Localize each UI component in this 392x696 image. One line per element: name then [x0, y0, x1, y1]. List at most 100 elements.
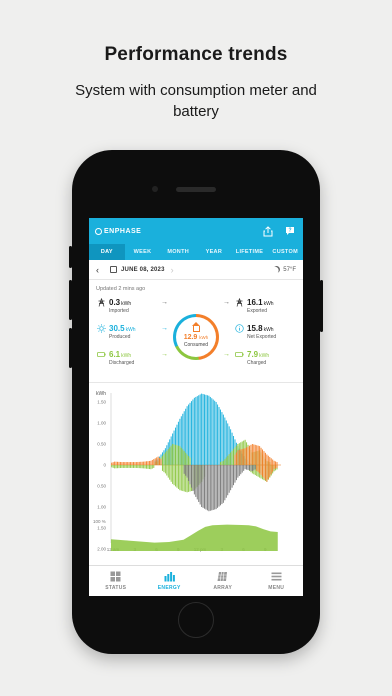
nav-status[interactable]: STATUS [89, 566, 143, 596]
info-circle-icon[interactable] [235, 324, 244, 333]
y-tick-label: 0.50 [97, 484, 106, 489]
energy-bar [111, 462, 113, 465]
energy-bar [188, 456, 190, 465]
help-button[interactable]: ? [283, 224, 297, 238]
chevron-left-icon[interactable]: ‹ [96, 265, 104, 275]
sun-icon [97, 324, 106, 333]
energy-bar [243, 448, 245, 465]
energy-bar [179, 465, 181, 491]
nav-energy[interactable]: ENERGY [143, 566, 197, 596]
energy-bar [189, 465, 191, 485]
nav-array[interactable]: ARRAY [196, 566, 250, 596]
energy-bar [211, 398, 213, 465]
tab-lifetime[interactable]: LIFETIME [232, 244, 268, 260]
energy-bar [180, 447, 182, 465]
energy-bar [141, 465, 143, 469]
tab-year[interactable]: YEAR [196, 244, 232, 260]
energy-bar [241, 465, 243, 473]
nav-menu[interactable]: MENU [250, 566, 304, 596]
energy-bar [172, 465, 174, 484]
moon-icon [272, 265, 282, 275]
energy-bar [186, 454, 188, 465]
energy-bar [253, 444, 255, 465]
energy-bar [193, 465, 195, 495]
energy-bar [215, 465, 217, 510]
energy-bar [127, 462, 129, 465]
energy-bar [196, 465, 198, 500]
energy-bar [124, 462, 126, 465]
energy-bar [217, 404, 219, 465]
energy-bar [140, 461, 142, 465]
battery-chart-svg[interactable]: 100 % [89, 517, 303, 555]
imported-label: Imported [109, 307, 129, 314]
energy-flow: 0.3kWh Imported → 30.5kWh Produced → 6.1… [89, 292, 303, 382]
menu-icon [271, 572, 282, 581]
energy-bar [167, 465, 169, 478]
energy-bar [172, 444, 174, 465]
energy-bar [188, 465, 190, 481]
energy-bar [260, 447, 262, 465]
discharged-value: 6.1 [109, 350, 121, 359]
energy-bar [224, 465, 226, 501]
share-button[interactable] [261, 224, 275, 238]
energy-bar [135, 462, 137, 465]
discharge-arrow-icon: → [161, 351, 168, 358]
volume-down-button [69, 328, 72, 368]
energy-bar [269, 457, 271, 465]
charge-arrow-icon: → [223, 351, 230, 358]
energy-bar [132, 465, 134, 468]
energy-bar [183, 465, 185, 474]
battery-icon [97, 350, 106, 359]
tab-day[interactable]: DAY [89, 244, 125, 260]
house-icon [191, 322, 200, 332]
energy-bar [115, 465, 117, 469]
energy-bar [248, 445, 250, 465]
nav-menu-label: MENU [268, 585, 285, 591]
energy-bar [218, 465, 220, 507]
energy-bar [275, 465, 277, 469]
energy-bar [121, 462, 123, 465]
import-arrow-icon: → [161, 299, 168, 306]
chevron-right-icon[interactable]: › [171, 265, 179, 275]
consumption-ring[interactable]: 12.9 kWh Consumed [173, 314, 219, 360]
stat-imported: 0.3kWh Imported [97, 298, 131, 314]
energy-bar [209, 465, 211, 511]
calendar-icon[interactable] [110, 266, 117, 273]
tab-week[interactable]: WEEK [125, 244, 161, 260]
y-tick-label: 0.50 [97, 442, 106, 447]
tab-custom[interactable]: CUSTOM [267, 244, 303, 260]
brand-name: ENPHASE [104, 227, 142, 235]
energy-bar [246, 465, 248, 470]
energy-bar [269, 465, 271, 477]
energy-bar [211, 465, 213, 511]
energy-bar [270, 458, 272, 465]
energy-bar [195, 465, 197, 497]
energy-bar [262, 465, 264, 477]
consumed-label: Consumed [183, 342, 209, 348]
energy-bar [192, 399, 194, 465]
energy-bar [128, 465, 130, 468]
energy-bar [119, 461, 121, 465]
energy-bar [240, 465, 242, 475]
energy-bar [140, 465, 142, 469]
energy-bar [122, 462, 124, 465]
energy-bar [276, 465, 278, 468]
energy-chart[interactable]: kWh 2.001.501.000.5000.501.001.502.0012 … [89, 382, 303, 554]
temperature: 57°F [283, 266, 296, 273]
tab-month[interactable]: MONTH [160, 244, 196, 260]
energy-bar [264, 452, 266, 465]
energy-bar [259, 446, 261, 465]
consumption-ring-center: 12.9 kWh Consumed [176, 317, 216, 357]
app-screen: ENPHASE ? DAY WEEK MONTH YEAR LIFETIME C… [89, 218, 303, 596]
energy-bar [230, 452, 232, 465]
energy-bar [264, 465, 266, 481]
energy-bar [176, 465, 178, 488]
stat-exported: 16.1kWh Exported [235, 298, 274, 314]
phone-frame: ENPHASE ? DAY WEEK MONTH YEAR LIFETIME C… [69, 150, 323, 654]
selected-date[interactable]: JUNE 08, 2023 [121, 267, 165, 273]
charged-label: Charged [247, 359, 267, 366]
energy-bar [124, 465, 126, 468]
energy-bar [247, 446, 249, 465]
home-button[interactable] [178, 602, 214, 638]
weather: 57°F [273, 266, 296, 273]
